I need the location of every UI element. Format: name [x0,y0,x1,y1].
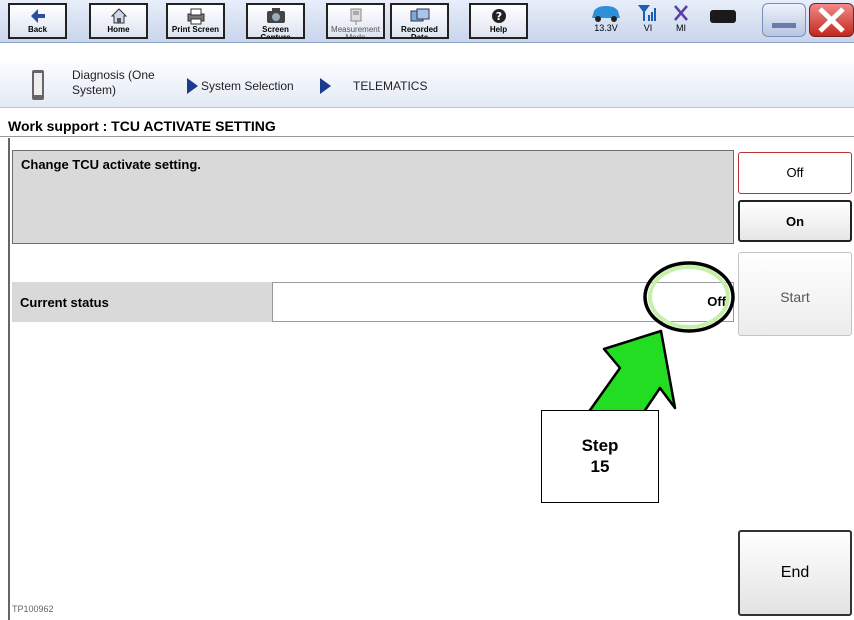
figure-id: TP100962 [12,604,54,614]
step-callout: Step 15 [541,410,659,503]
highlight-circle [643,261,735,333]
step-callout-line2: 15 [590,457,610,476]
highlight-circle-inner [648,265,730,329]
step-callout-line1: Step [581,436,619,455]
annotation-overlay [581,261,735,442]
